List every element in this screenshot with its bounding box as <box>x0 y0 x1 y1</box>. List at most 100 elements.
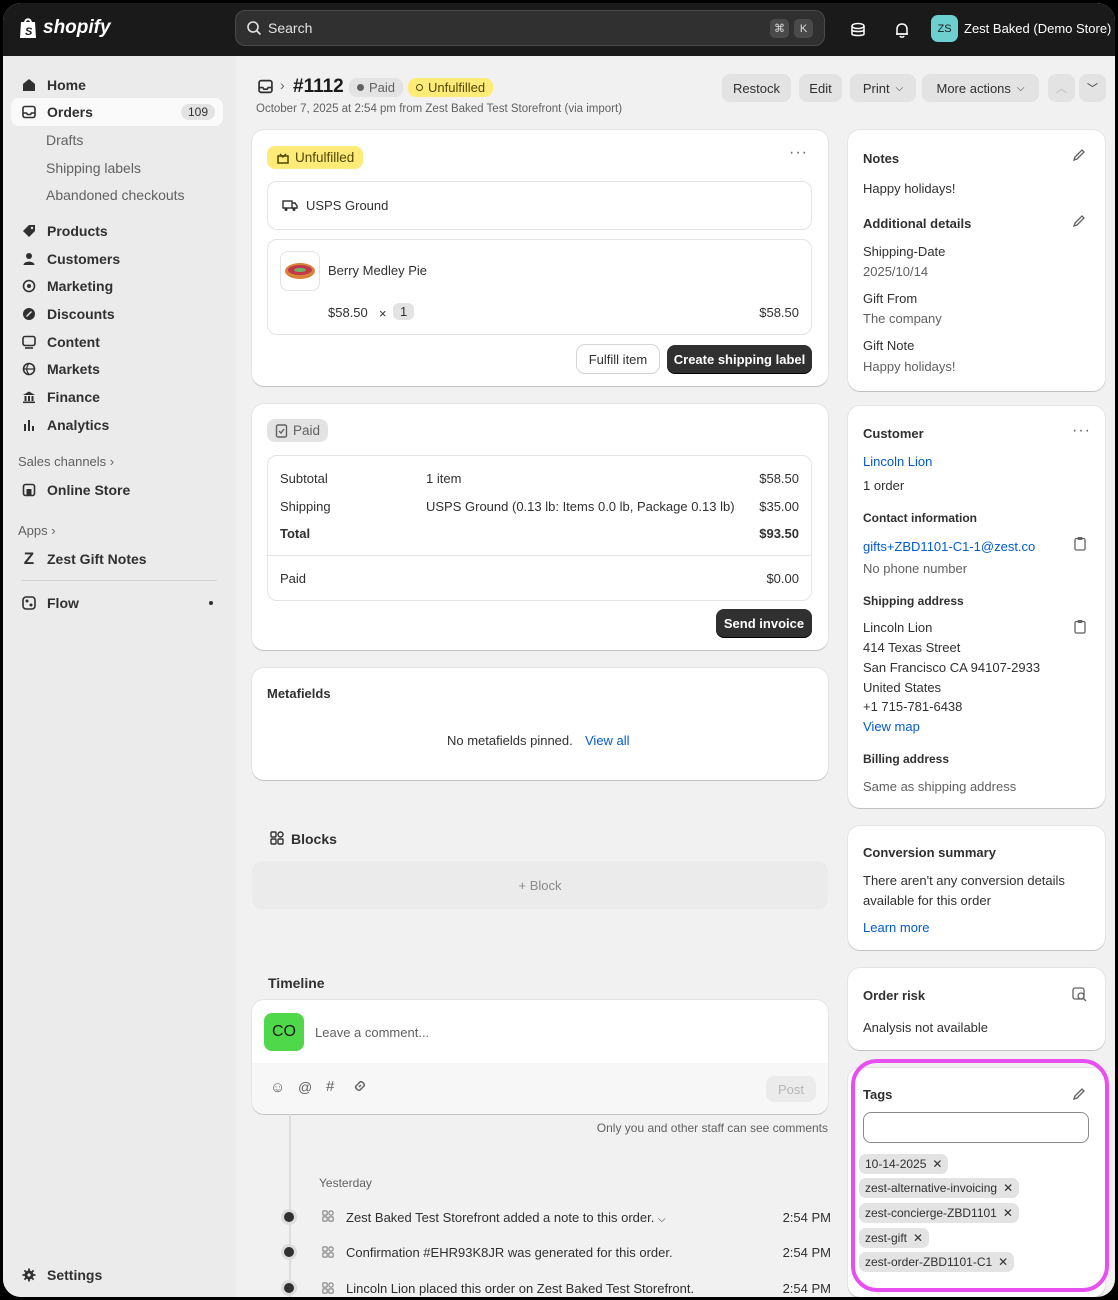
comment-input[interactable]: Leave a comment... <box>315 1025 815 1040</box>
hashtag-icon[interactable]: # <box>326 1078 334 1095</box>
receipt-icon <box>275 423 288 438</box>
paid-status-badge: Paid <box>349 78 404 97</box>
sidebar-item-content[interactable]: Content <box>11 328 223 356</box>
chevron-down-icon: ﹀ <box>1087 83 1098 95</box>
send-invoice-button[interactable]: Send invoice <box>716 609 812 637</box>
view-map-link[interactable]: View map <box>863 719 920 734</box>
edit-details-pencil-icon[interactable] <box>1072 214 1086 231</box>
ship-city: San Francisco CA 94107-2933 <box>863 660 1041 675</box>
more-options-icon[interactable]: ··· <box>1072 422 1091 440</box>
post-button[interactable]: Post <box>766 1076 816 1102</box>
main-content: › #1112 Paid Unfulfilled October 7, 2025… <box>236 56 1115 1297</box>
fulfillment-card: Unfulfilled ··· USPS Ground Berry Medley… <box>252 130 828 386</box>
truck-icon <box>282 199 298 215</box>
blocks-icon <box>270 831 284 848</box>
additional-details-title: Additional details <box>863 216 972 231</box>
product-thumbnail[interactable] <box>280 251 320 291</box>
sidebar-item-customers[interactable]: Customers <box>11 245 223 273</box>
ship-street: 414 Texas Street <box>863 640 961 655</box>
sidebar-item-markets[interactable]: Markets <box>11 355 223 383</box>
order-number: #1112 <box>293 76 344 97</box>
customer-card: Customer ··· Lincoln Lion 1 order Contac… <box>848 406 1105 808</box>
chevron-up-icon: ︿ <box>1056 83 1067 95</box>
more-actions-button[interactable]: More actions ⌵ <box>922 74 1039 102</box>
create-shipping-label-button[interactable]: Create shipping label <box>667 345 812 373</box>
shopify-logo[interactable]: S shopify <box>17 16 111 40</box>
next-order-button[interactable]: ﹀ <box>1079 74 1106 102</box>
sidebar-label: Home <box>47 77 86 93</box>
package-icon <box>277 152 289 164</box>
learn-more-link[interactable]: Learn more <box>863 920 929 935</box>
copy-email-clipboard-icon[interactable] <box>1074 536 1086 554</box>
copy-address-clipboard-icon[interactable] <box>1074 619 1086 637</box>
store-menu[interactable]: ZS Zest Baked (Demo Store) <box>931 15 1111 42</box>
orders-count-badge: 109 <box>180 104 215 120</box>
view-all-link[interactable]: View all <box>585 733 630 748</box>
sidebar-item-marketing[interactable]: Marketing <box>11 272 223 300</box>
print-button[interactable]: Print ⌵ <box>850 74 916 102</box>
restock-button[interactable]: Restock <box>722 74 791 102</box>
ship-phone: +1 715-781-6438 <box>863 699 963 714</box>
sidebar-item-analytics[interactable]: Analytics <box>11 411 223 439</box>
customer-email-link[interactable]: gifts+ZBD1101-C1-1@zest.co <box>863 539 1035 554</box>
sidebar-label: Content <box>47 334 100 350</box>
divider <box>21 580 217 581</box>
section-label: Apps <box>18 523 48 538</box>
event-icon <box>322 1246 334 1261</box>
database-icon[interactable] <box>848 20 868 40</box>
event-icon <box>322 1282 334 1297</box>
discount-icon <box>21 306 37 322</box>
customer-orders: 1 order <box>863 478 905 493</box>
timeline-event[interactable]: Zest Baked Test Storefront added a note … <box>346 1210 666 1225</box>
mention-icon[interactable]: @ <box>298 1079 312 1095</box>
sidebar-label: Finance <box>47 389 100 405</box>
store-avatar: ZS <box>931 15 958 42</box>
globe-icon <box>21 361 37 377</box>
conversion-summary-card: Conversion summary There aren't any conv… <box>848 826 1105 950</box>
sales-channels-heading[interactable]: Sales channels › <box>18 454 114 469</box>
fulfill-item-button[interactable]: Fulfill item <box>577 345 659 373</box>
shipping-value: $35.00 <box>759 499 799 514</box>
customer-name-link[interactable]: Lincoln Lion <box>863 454 932 469</box>
sidebar-item-products[interactable]: Products <box>11 217 223 245</box>
sidebar-item-flow[interactable]: Flow <box>11 589 223 617</box>
payment-summary-box: Subtotal 1 item $58.50 Shipping USPS Gro… <box>267 455 812 601</box>
order-risk-text: Analysis not available <box>863 1020 989 1035</box>
sidebar-item-zest-gift-notes[interactable]: Z Zest Gift Notes <box>11 545 223 573</box>
comment-toolbar: ☺ @ # Post <box>252 1063 828 1114</box>
subtotal-value: $58.50 <box>759 471 799 486</box>
sidebar-item-drafts[interactable]: Drafts <box>11 126 223 154</box>
ship-country: United States <box>863 680 942 695</box>
sidebar-item-discounts[interactable]: Discounts <box>11 300 223 328</box>
gift-from-label: Gift From <box>863 291 918 306</box>
search-icon <box>247 21 262 36</box>
command-key: ⌘ <box>770 19 789 38</box>
sidebar-item-finance[interactable]: Finance <box>11 383 223 411</box>
edit-notes-pencil-icon[interactable] <box>1072 148 1086 165</box>
customer-title: Customer <box>863 426 924 441</box>
event-text: Confirmation #EHR93K8JR was generated fo… <box>346 1245 673 1260</box>
zest-logo-icon: Z <box>23 549 35 568</box>
contact-title: Contact information <box>863 511 977 525</box>
search-input[interactable]: Search ⌘ K <box>235 10 825 46</box>
sidebar-item-abandoned-checkouts[interactable]: Abandoned checkouts <box>11 181 223 209</box>
sidebar-item-orders[interactable]: Orders 109 <box>11 98 223 126</box>
link-icon[interactable] <box>353 1079 367 1096</box>
sidebar-item-shipping-labels[interactable]: Shipping labels <box>11 154 223 182</box>
edit-button[interactable]: Edit <box>799 74 842 102</box>
sidebar-item-home[interactable]: Home <box>11 71 223 99</box>
breadcrumb-separator: › <box>280 77 285 93</box>
emoji-icon[interactable]: ☺ <box>270 1079 285 1096</box>
apps-heading[interactable]: Apps › <box>18 523 56 538</box>
sidebar-item-settings[interactable]: Settings <box>11 1261 223 1289</box>
previous-order-button[interactable]: ︿ <box>1048 74 1075 102</box>
event-time: 2:54 PM <box>782 1245 831 1260</box>
add-block-button[interactable]: + Block <box>252 861 828 909</box>
sidebar-item-online-store[interactable]: Online Store <box>11 476 223 504</box>
orders-breadcrumb-icon[interactable] <box>258 79 273 97</box>
risk-analysis-icon[interactable] <box>1072 987 1087 1005</box>
product-name-link[interactable]: Berry Medley Pie <box>328 263 427 278</box>
sidebar-label: Analytics <box>47 417 110 433</box>
more-options-icon[interactable]: ··· <box>789 144 808 162</box>
bell-icon[interactable] <box>892 20 912 40</box>
